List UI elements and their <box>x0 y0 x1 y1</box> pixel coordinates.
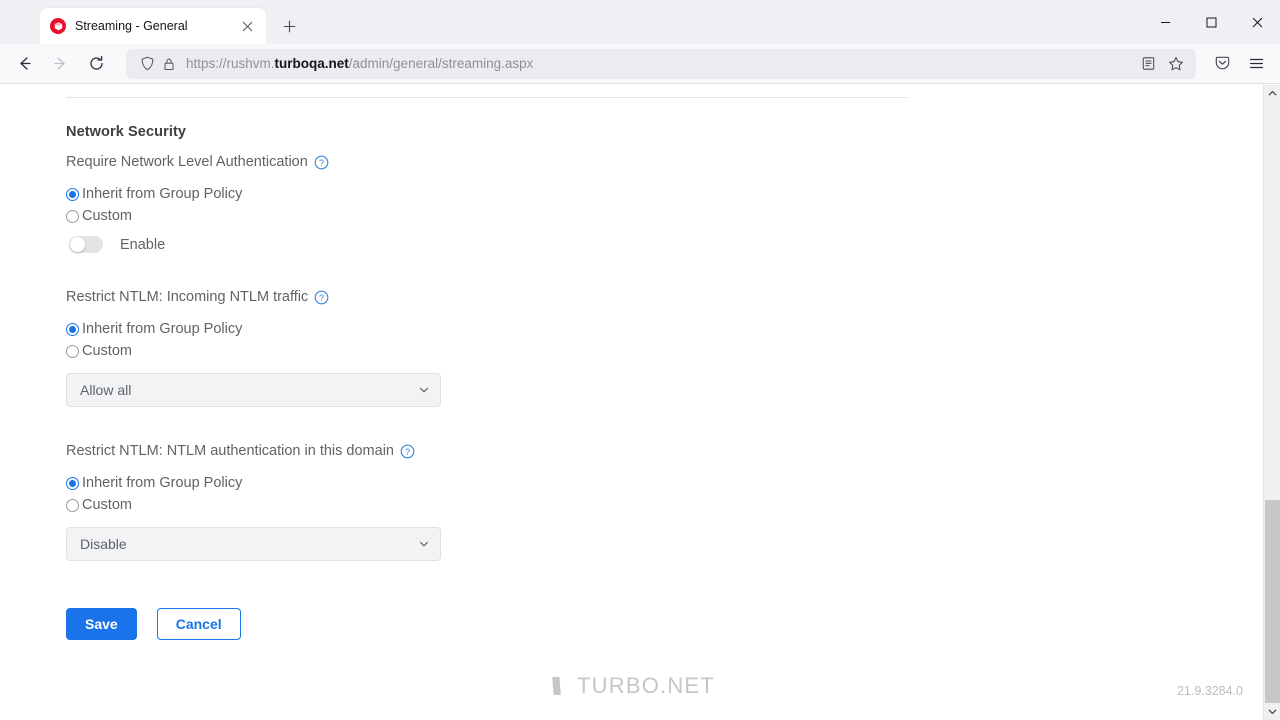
page-viewport: Network Security Require Network Level A… <box>0 85 1280 720</box>
chevron-down-icon[interactable] <box>418 384 430 396</box>
logo-text: TURBO.NET <box>577 673 715 698</box>
svg-text:?: ? <box>405 447 410 457</box>
domain-ntlm-select[interactable]: Disable <box>66 527 441 561</box>
version-label: 21.9.3284.0 <box>1176 684 1243 698</box>
radio-option-inherit[interactable]: Inherit from Group Policy <box>66 318 1263 340</box>
toggle-knob <box>70 237 85 252</box>
url-text[interactable]: https://rushvm.turboqa.net/admin/general… <box>186 56 1134 71</box>
field-label: Restrict NTLM: NTLM authentication in th… <box>66 443 1263 459</box>
scrollbar-thumb[interactable] <box>1265 500 1280 703</box>
field-label: Require Network Level Authentication ? <box>66 154 1263 170</box>
application-menu-icon[interactable] <box>1240 48 1272 80</box>
select-value: Allow all <box>80 382 132 398</box>
radio-option-custom[interactable]: Custom <box>66 494 1263 516</box>
radio-label: Custom <box>82 207 132 224</box>
save-button[interactable]: Save <box>66 608 137 640</box>
enable-toggle[interactable] <box>69 236 103 253</box>
radio-label: Inherit from Group Policy <box>82 185 243 202</box>
page-title: Network Security <box>66 124 187 140</box>
select-value: Disable <box>80 536 127 552</box>
new-tab-button[interactable] <box>274 11 304 41</box>
toolbar-right <box>1204 48 1272 80</box>
chevron-down-icon[interactable] <box>418 538 430 550</box>
radio-group-domain-ntlm: Inherit from Group Policy Custom <box>66 472 1263 516</box>
field-restrict-ntlm-incoming-traffic: Restrict NTLM: Incoming NTLM traffic ? I… <box>66 289 1263 407</box>
help-circle-icon[interactable]: ? <box>314 155 329 170</box>
url-bar-actions <box>1134 50 1190 78</box>
cancel-button[interactable]: Cancel <box>156 608 241 640</box>
browser-tab[interactable]: Streaming - General <box>40 8 266 44</box>
field-label-text: Restrict NTLM: NTLM authentication in th… <box>66 443 394 459</box>
field-label-text: Require Network Level Authentication <box>66 154 308 170</box>
forward-button-icon[interactable] <box>44 48 76 80</box>
page-content: Network Security Require Network Level A… <box>0 97 1263 640</box>
radio-option-custom[interactable]: Custom <box>66 340 1263 362</box>
scroll-down-arrow-icon[interactable] <box>1264 703 1280 720</box>
radio-option-inherit[interactable]: Inherit from Group Policy <box>66 183 1263 205</box>
turbo-net-favicon <box>50 18 66 34</box>
padlock-icon[interactable] <box>158 53 180 75</box>
radio-option-inherit[interactable]: Inherit from Group Policy <box>66 472 1263 494</box>
reader-view-icon[interactable] <box>1134 50 1162 78</box>
turbo-net-logo: TURBO.NET <box>548 673 715 699</box>
page-scrollbar[interactable] <box>1263 85 1280 720</box>
radio-indicator[interactable] <box>66 209 79 223</box>
bookmark-star-icon[interactable] <box>1162 50 1190 78</box>
window-controls <box>1142 0 1280 44</box>
radio-indicator[interactable] <box>66 187 79 201</box>
tab-close-icon[interactable] <box>236 15 258 37</box>
tab-strip: Streaming - General <box>0 0 304 44</box>
radio-label: Inherit from Group Policy <box>82 474 243 491</box>
url-path: /admin/general/streaming.aspx <box>348 56 534 71</box>
enable-toggle-row: Enable <box>69 236 1263 253</box>
tracking-protection-shield-icon[interactable] <box>136 53 158 75</box>
radio-label: Custom <box>82 342 132 359</box>
incoming-ntlm-select[interactable]: Allow all <box>66 373 441 407</box>
radio-indicator[interactable] <box>66 498 79 512</box>
browser-titlebar: Streaming - General <box>0 0 1280 44</box>
field-require-network-level-authentication: Require Network Level Authentication ? I… <box>66 154 1263 253</box>
help-circle-icon[interactable]: ? <box>400 444 415 459</box>
maximize-button[interactable] <box>1188 0 1234 44</box>
tab-title: Streaming - General <box>75 19 188 33</box>
radio-label: Inherit from Group Policy <box>82 320 243 337</box>
toggle-label: Enable <box>120 236 166 253</box>
scroll-up-arrow-icon[interactable] <box>1264 85 1280 102</box>
field-label: Restrict NTLM: Incoming NTLM traffic ? <box>66 289 1263 305</box>
url-prefix: https://rushvm. <box>186 56 275 71</box>
section-divider <box>66 97 907 98</box>
field-restrict-ntlm-in-domain: Restrict NTLM: NTLM authentication in th… <box>66 443 1263 561</box>
field-label-text: Restrict NTLM: Incoming NTLM traffic <box>66 289 309 305</box>
browser-window: Streaming - General https://rushvm.turbo… <box>0 0 1280 720</box>
page-footer: TURBO.NET <box>0 662 1263 710</box>
radio-indicator[interactable] <box>66 322 79 336</box>
radio-group-incoming-ntlm: Inherit from Group Policy Custom <box>66 318 1263 362</box>
help-circle-icon[interactable]: ? <box>314 290 329 305</box>
radio-label: Custom <box>82 496 132 513</box>
turbo-slash-mark-icon <box>548 674 565 698</box>
svg-text:?: ? <box>319 158 324 168</box>
svg-text:?: ? <box>319 293 324 303</box>
admin-streaming-page: Network Security Require Network Level A… <box>0 85 1263 720</box>
browser-navbar: https://rushvm.turboqa.net/admin/general… <box>0 44 1280 84</box>
url-domain: turboqa.net <box>274 56 349 71</box>
radio-indicator[interactable] <box>66 476 79 490</box>
url-bar[interactable]: https://rushvm.turboqa.net/admin/general… <box>126 48 1196 79</box>
form-actions: Save Cancel <box>66 608 1263 640</box>
pocket-save-icon[interactable] <box>1206 48 1238 80</box>
close-window-button[interactable] <box>1234 0 1280 44</box>
back-button-icon[interactable] <box>8 48 40 80</box>
radio-option-custom[interactable]: Custom <box>66 205 1263 227</box>
radio-group-nla: Inherit from Group Policy Custom <box>66 183 1263 227</box>
minimize-button[interactable] <box>1142 0 1188 44</box>
radio-indicator[interactable] <box>66 344 79 358</box>
reload-button-icon[interactable] <box>80 48 112 80</box>
